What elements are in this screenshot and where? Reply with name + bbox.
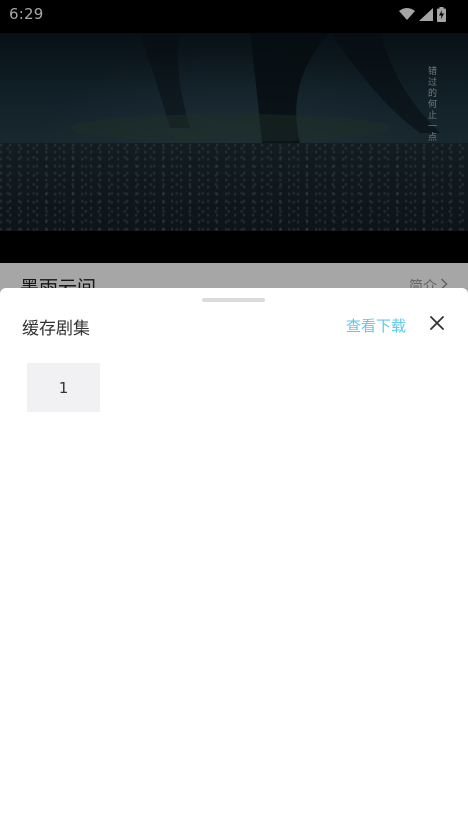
app-screen: 6:29 错过的何止一点 简介 缓存剧集 查看下载 1: [0, 0, 468, 832]
close-icon[interactable]: [428, 314, 446, 332]
cache-episodes-sheet: 缓存剧集 查看下载 1: [0, 288, 468, 832]
drag-handle[interactable]: [202, 298, 265, 302]
view-downloads-link[interactable]: 查看下载: [346, 315, 406, 336]
episode-button[interactable]: 1: [27, 363, 100, 412]
sheet-title: 缓存剧集: [22, 319, 90, 339]
episode-grid: 1: [27, 363, 100, 412]
